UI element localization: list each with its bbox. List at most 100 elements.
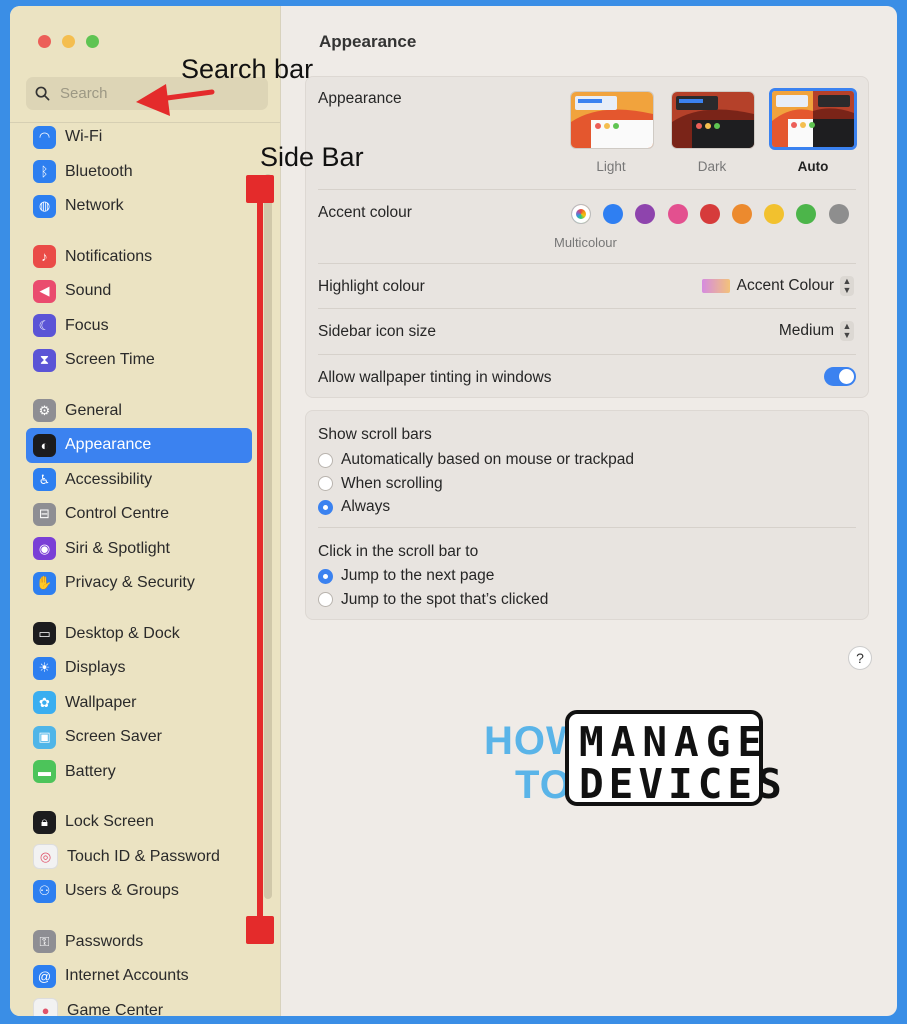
radio-button[interactable] xyxy=(318,476,333,491)
speaker-icon: ◀ xyxy=(33,279,56,303)
theme-auto-thumb[interactable] xyxy=(769,88,857,150)
sidebar-item-wi-fi[interactable]: ◠ Wi-Fi xyxy=(26,120,252,155)
sidebar-item-label: Focus xyxy=(65,316,109,334)
sidebar-item-label: Wi-Fi xyxy=(65,128,103,146)
radio-option[interactable]: Jump to the next page xyxy=(318,567,494,585)
minimize-button[interactable] xyxy=(62,35,75,48)
magnifier-icon xyxy=(35,86,50,101)
radio-button[interactable] xyxy=(318,568,333,584)
sidebar-item-privacy-security[interactable]: ✋ Privacy & Security xyxy=(26,566,252,601)
accessibility-icon: ♿ xyxy=(33,468,56,492)
sidebar-icon-size-value: Medium xyxy=(778,322,834,339)
bell-icon: ♪ xyxy=(33,245,56,269)
window-controls xyxy=(38,35,99,48)
sidebar-item-lock-screen[interactable]: 🔒︎ Lock Screen xyxy=(26,805,252,840)
appearance-icon: ◐ xyxy=(33,433,56,457)
toggles-icon: ⊟ xyxy=(33,502,56,526)
help-button[interactable]: ? xyxy=(848,646,872,670)
radio-label: Jump to the next page xyxy=(341,567,495,584)
separator xyxy=(318,263,856,264)
radio-option[interactable]: When scrolling xyxy=(318,475,443,493)
zoom-button[interactable] xyxy=(86,35,99,48)
radio-button[interactable] xyxy=(318,452,333,468)
sidebar-item-appearance[interactable]: ◐ Appearance xyxy=(26,428,252,463)
sidebar-scrollbar[interactable] xyxy=(264,174,272,899)
sidebar-item-general[interactable]: ⚙ General xyxy=(26,394,252,429)
sidebar-item-screen-time[interactable]: ⧗ Screen Time xyxy=(26,343,252,378)
sidebar-item-control-centre[interactable]: ⊟ Control Centre xyxy=(26,497,252,532)
theme-auto-label: Auto xyxy=(797,159,829,174)
sidebar-item-desktop-dock[interactable]: ▭ Desktop & Dock xyxy=(26,617,252,652)
sidebar-item-internet-accounts[interactable]: @ Internet Accounts xyxy=(26,959,252,994)
sidebar-item-label: Accessibility xyxy=(65,470,153,488)
wifi-icon: ◠ xyxy=(33,125,56,149)
sidebar-item-screen-saver[interactable]: ▣ Screen Saver xyxy=(26,720,252,755)
sidebar-item-network[interactable]: ◍ Network xyxy=(26,189,252,224)
radio-option[interactable]: Automatically based on mouse or trackpad xyxy=(318,451,634,469)
sidebar-item-bluetooth[interactable]: ᛒ Bluetooth xyxy=(26,155,252,190)
sidebar-item-label: Siri & Spotlight xyxy=(65,539,170,557)
accent-multicolour-swatch[interactable] xyxy=(571,204,591,224)
accent-swatch[interactable] xyxy=(603,204,624,224)
sidebar-item-siri-spotlight[interactable]: ◉ Siri & Spotlight xyxy=(26,532,252,567)
sidebar-icon-size-popup[interactable]: Medium ▲ ▼ xyxy=(779,321,854,341)
theme-light-thumb[interactable] xyxy=(570,91,654,149)
screensaver-icon: ▣ xyxy=(33,725,56,749)
accent-swatch[interactable] xyxy=(764,204,785,224)
sidebar-item-wallpaper[interactable]: ✿ Wallpaper xyxy=(26,686,252,721)
sidebar-icon-size-label: Sidebar icon size xyxy=(318,323,437,340)
sidebar-item-displays[interactable]: ☀ Displays xyxy=(26,651,252,686)
separator xyxy=(318,308,856,309)
sidebar-item-game-center[interactable]: ● Game Center xyxy=(26,994,252,1016)
wallpaper-tinting-toggle[interactable] xyxy=(824,367,856,386)
show-scroll-bars-label: Show scroll bars xyxy=(318,426,432,443)
lock-icon: 🔒︎ xyxy=(33,810,56,834)
sidebar-item-focus[interactable]: ☾ Focus xyxy=(26,309,252,344)
sidebar-item-label: Passwords xyxy=(65,932,144,950)
sidebar-item-label: Bluetooth xyxy=(65,162,133,180)
accent-swatch[interactable] xyxy=(828,204,849,224)
sun-icon: ☀ xyxy=(33,656,56,680)
sidebar-item-passwords[interactable]: ⚿ Passwords xyxy=(26,925,252,960)
hourglass-icon: ⧗ xyxy=(33,348,56,372)
scroll-bars-card: Show scroll bars Automatically based on … xyxy=(305,410,869,620)
sidebar-item-sound[interactable]: ◀ Sound xyxy=(26,274,252,309)
accent-swatch[interactable] xyxy=(699,204,720,224)
sidebar-item-label: Network xyxy=(65,197,124,215)
sidebar-item-users-groups[interactable]: ⚇ Users & Groups xyxy=(26,874,252,909)
radio-label: When scrolling xyxy=(341,474,443,492)
accent-swatch[interactable] xyxy=(635,204,656,224)
accent-swatch[interactable] xyxy=(732,204,752,224)
moon-icon: ☾ xyxy=(33,314,56,338)
accent-swatch[interactable] xyxy=(667,204,688,224)
sidebar-item-touch-id-password[interactable]: ◎ Touch ID & Password xyxy=(26,840,252,875)
sidebar-item-accessibility[interactable]: ♿ Accessibility xyxy=(26,463,252,498)
sidebar-item-label: Wallpaper xyxy=(65,693,137,711)
theme-light-label: Light xyxy=(596,159,626,174)
theme-dark-label: Dark xyxy=(697,159,727,174)
sidebar-item-battery[interactable]: ▬ Battery xyxy=(26,755,252,790)
fingerprint-icon: ◎ xyxy=(33,844,58,870)
main-pane: Appearance Appearance Light Dark Auto Ac… xyxy=(281,6,897,1016)
close-button[interactable] xyxy=(38,35,51,48)
gear-icon: ⚙ xyxy=(33,399,56,423)
arrow-annotation-icon xyxy=(136,84,215,116)
accent-swatch[interactable] xyxy=(796,204,817,224)
radio-button[interactable] xyxy=(318,592,333,607)
battery-icon: ▬ xyxy=(33,760,56,784)
theme-dark-thumb[interactable] xyxy=(671,91,755,149)
flower-icon: ✿ xyxy=(33,691,56,715)
radio-option[interactable]: Jump to the spot that’s clicked xyxy=(318,591,548,609)
radio-button[interactable] xyxy=(318,499,333,515)
sidebar-item-label: General xyxy=(65,401,122,419)
sidebar-item-label: Control Centre xyxy=(65,505,170,523)
sidebar-item-notifications[interactable]: ♪ Notifications xyxy=(26,240,252,275)
radio-option[interactable]: Always xyxy=(318,498,390,516)
chevron-updown-icon: ▲ ▼ xyxy=(840,321,854,341)
highlight-colour-popup[interactable]: Accent Colour ▲ ▼ xyxy=(701,276,854,296)
sidebar-item-label: Battery xyxy=(65,762,116,780)
